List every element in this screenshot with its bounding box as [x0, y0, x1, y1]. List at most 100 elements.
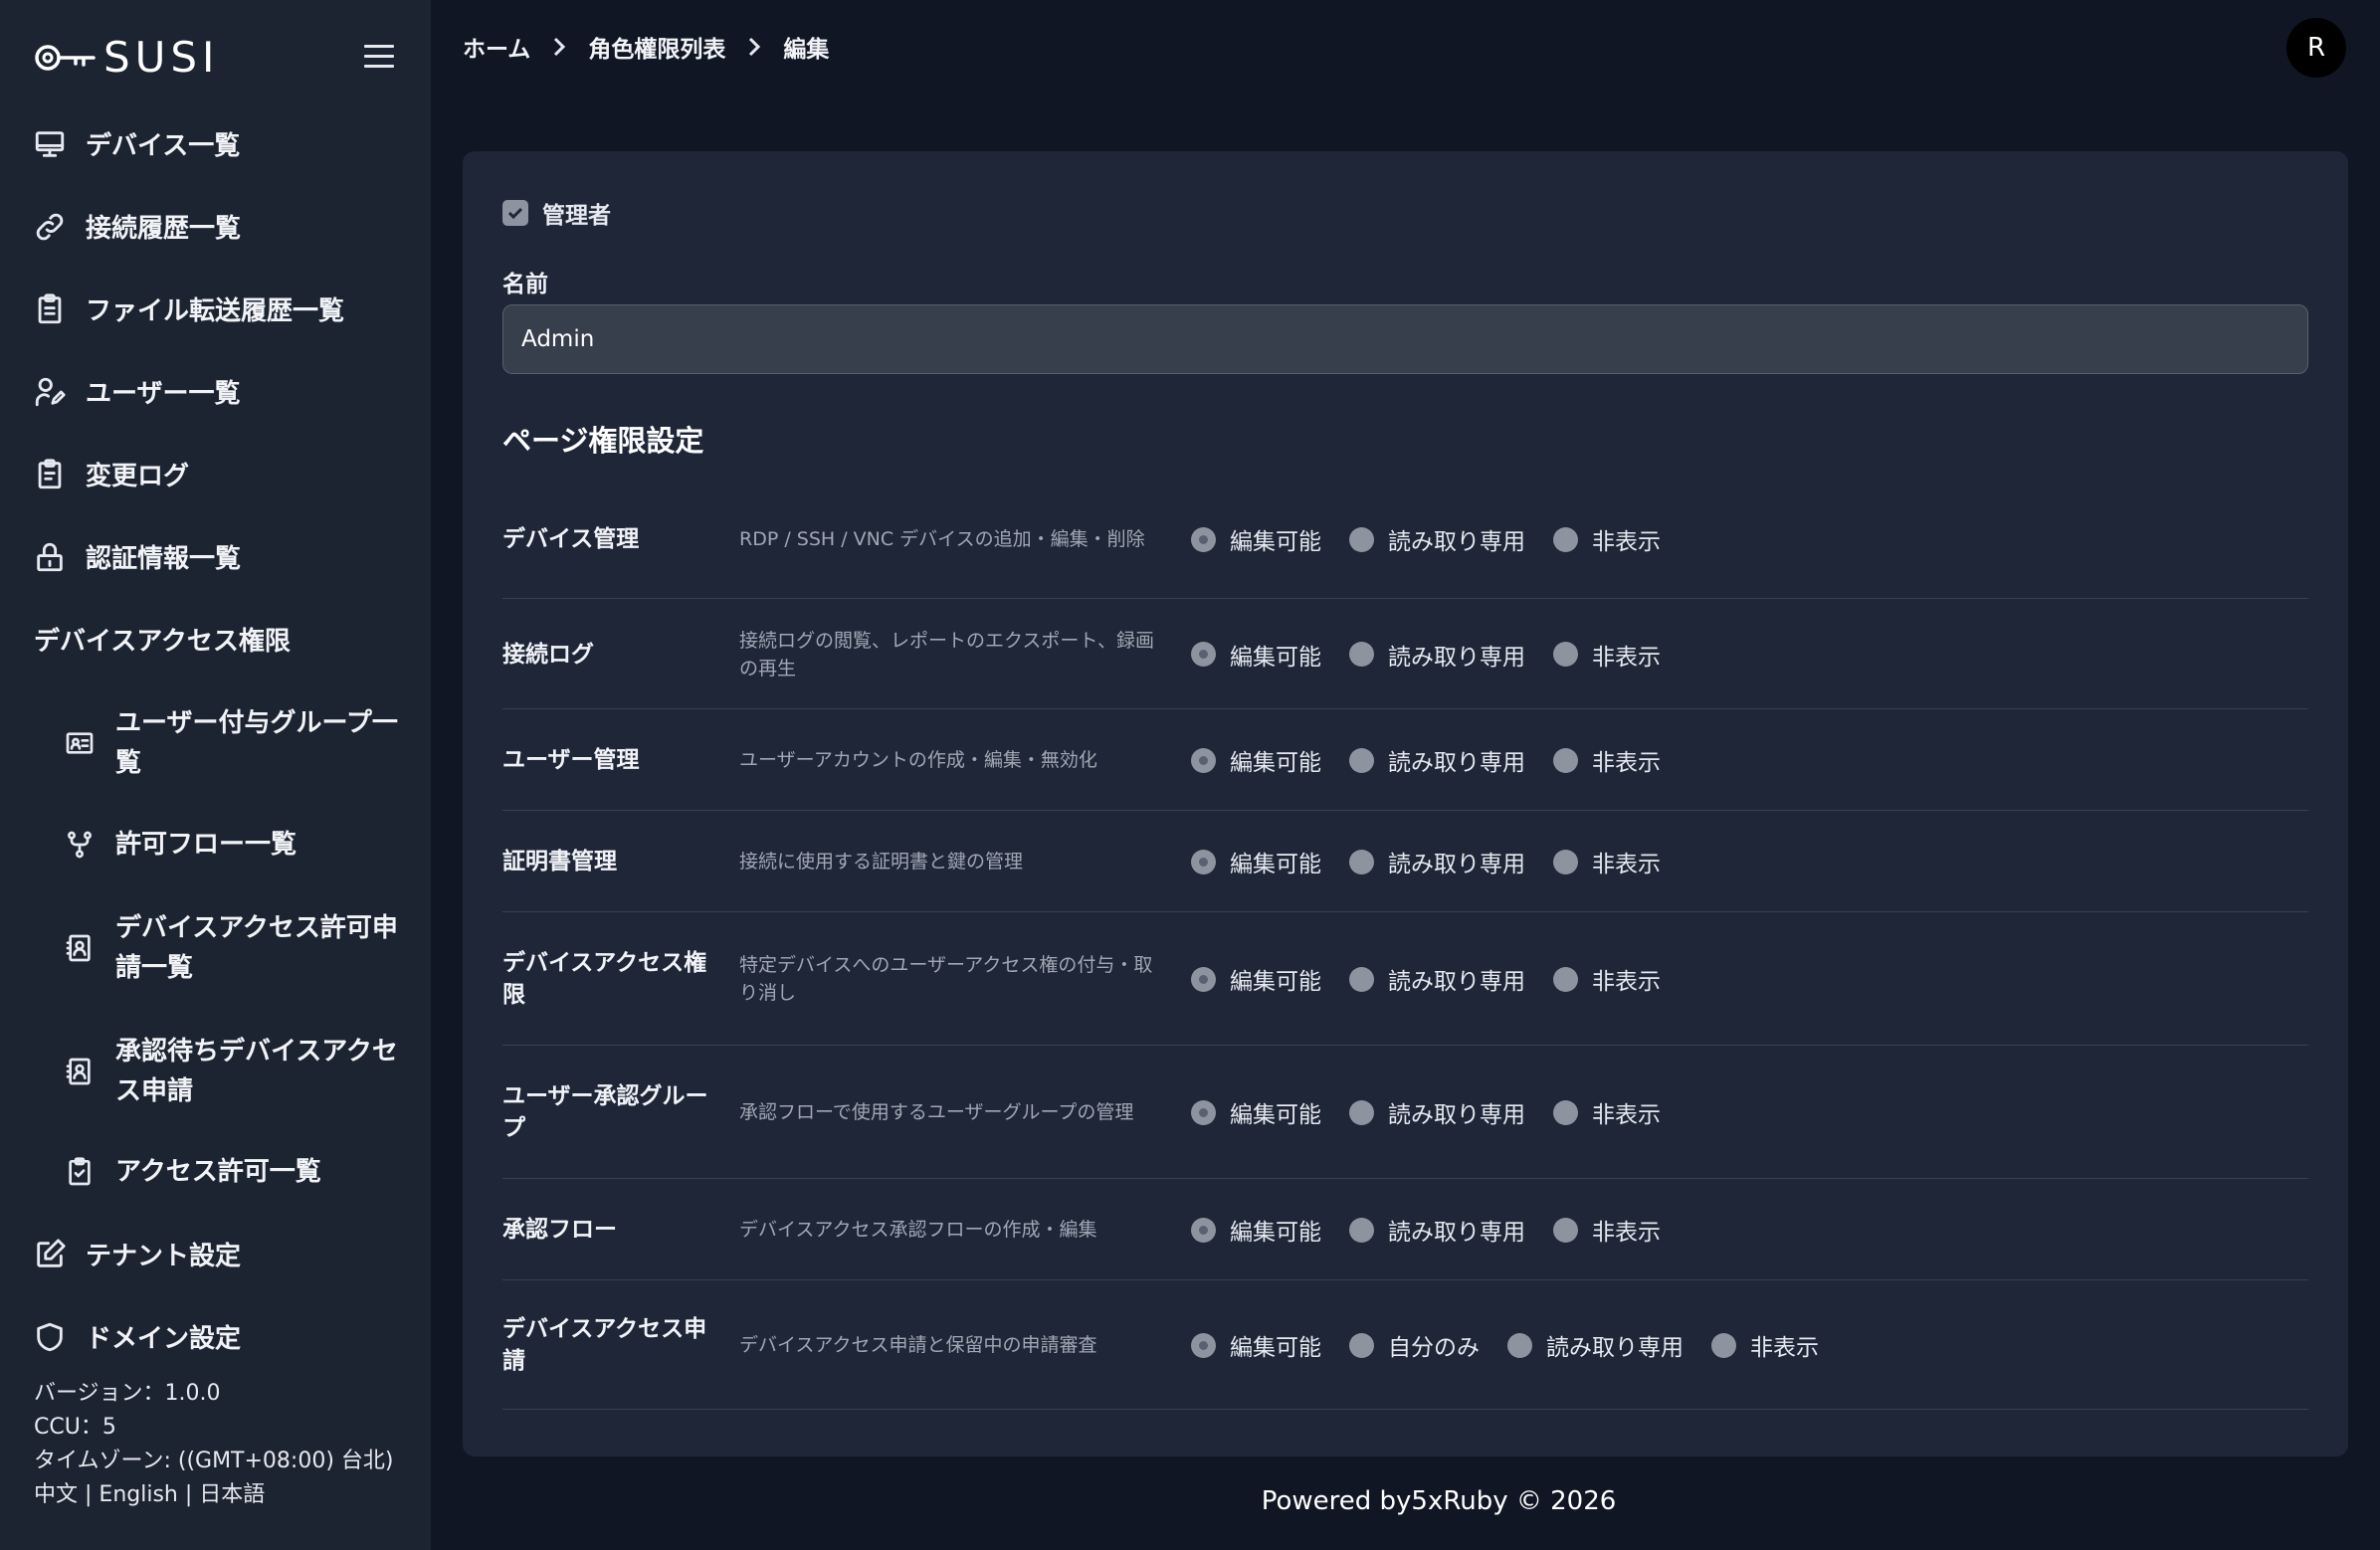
sidebar-item-label: ユーザー付与グループ一覧: [115, 708, 398, 778]
permission-radio-option[interactable]: 編集可能: [1191, 638, 1321, 672]
radio-button[interactable]: [1349, 642, 1374, 667]
radio-label: 編集可能: [1230, 529, 1321, 555]
chevron-right-icon: [747, 36, 761, 58]
sidebar-item-tenant-settings[interactable]: テナント設定: [32, 1236, 241, 1272]
radio-button[interactable]: [1553, 642, 1578, 667]
radio-button[interactable]: [1553, 1099, 1578, 1125]
radio-button[interactable]: [1349, 1217, 1374, 1243]
radio-label: 編集可能: [1230, 644, 1321, 671]
sidebar-item-label: アクセス許可一覧: [115, 1157, 321, 1187]
radio-button[interactable]: [1191, 747, 1216, 773]
radio-button[interactable]: [1553, 747, 1578, 773]
permission-radio-option[interactable]: 非表示: [1553, 743, 1661, 777]
breadcrumb-current: 編集: [783, 37, 830, 63]
radio-label: 編集可能: [1230, 852, 1321, 877]
permission-radio-option[interactable]: 読み取り専用: [1349, 743, 1525, 777]
permission-radio-option[interactable]: 読み取り専用: [1349, 638, 1525, 672]
radio-button[interactable]: [1349, 526, 1374, 552]
radio-button[interactable]: [1191, 526, 1216, 552]
sidebar-item-connection-history[interactable]: 接続履歴一覧: [32, 208, 241, 245]
sidebar-item-access-requests[interactable]: デバイスアクセス許可申請一覧: [62, 908, 410, 988]
permission-radio-option[interactable]: 非表示: [1553, 845, 1661, 878]
permission-radio-option[interactable]: 非表示: [1553, 638, 1661, 672]
radio-button[interactable]: [1349, 747, 1374, 773]
version-text: バージョン：1.0.0: [34, 1381, 221, 1406]
breadcrumb-home[interactable]: ホーム: [463, 30, 530, 64]
radio-label: 非表示: [1750, 1335, 1819, 1361]
breadcrumb-role-list[interactable]: 角色權限列表: [588, 30, 725, 64]
radio-button[interactable]: [1553, 849, 1578, 874]
name-label: 名前: [502, 272, 548, 297]
admin-checkbox[interactable]: [502, 200, 528, 226]
sidebar-item-label: ドメイン設定: [86, 1324, 242, 1354]
sidebar-item-users[interactable]: ユーザー一覧: [32, 373, 240, 410]
permission-description: デバイスアクセス承認フローの作成・編集: [739, 1219, 1097, 1241]
sidebar-item-file-transfer[interactable]: ファイル転送履歴一覧: [32, 291, 344, 327]
radio-button[interactable]: [1349, 849, 1374, 874]
radio-button[interactable]: [1191, 966, 1216, 992]
permission-radio-option[interactable]: 読み取り専用: [1349, 1213, 1525, 1247]
permission-description: 特定デバイスへのユーザーアクセス権の付与・取り消し: [739, 954, 1153, 1004]
permission-radio-option[interactable]: 読み取り専用: [1349, 522, 1525, 556]
sidebar-item-approval-flows[interactable]: 許可フロー一覧: [62, 825, 410, 865]
permission-radio-option[interactable]: 非表示: [1711, 1328, 1819, 1362]
permission-radio-group: 編集可能 読み取り専用 非表示: [1191, 845, 1688, 878]
radio-button[interactable]: [1553, 966, 1578, 992]
permission-radio-option[interactable]: 非表示: [1553, 1095, 1661, 1129]
radio-label: 編集可能: [1230, 1102, 1321, 1128]
avatar[interactable]: R: [2286, 18, 2346, 78]
name-input[interactable]: [502, 304, 2308, 374]
permission-radio-option[interactable]: 読み取り専用: [1349, 845, 1525, 878]
id-card-icon: [62, 725, 98, 761]
monitor-icon: [32, 126, 68, 162]
brand-logo[interactable]: SUSI: [34, 34, 219, 82]
admin-checkbox-row: 管理者: [502, 196, 611, 230]
radio-label: 非表示: [1592, 750, 1661, 776]
permission-radio-option[interactable]: 編集可能: [1191, 1095, 1321, 1129]
radio-button[interactable]: [1191, 1217, 1216, 1243]
permission-radio-option[interactable]: 編集可能: [1191, 845, 1321, 878]
sidebar-item-domain-settings[interactable]: ドメイン設定: [32, 1318, 241, 1355]
radio-button[interactable]: [1349, 966, 1374, 992]
sidebar-item-label: 認証情報一覧: [86, 544, 242, 574]
permission-radio-option[interactable]: 読み取り専用: [1507, 1328, 1684, 1362]
radio-button[interactable]: [1553, 526, 1578, 552]
permission-radio-option[interactable]: 自分のみ: [1349, 1328, 1480, 1362]
sidebar-item-credentials[interactable]: 認証情報一覧: [32, 538, 241, 575]
sidebar-item-pending-requests[interactable]: 承認待ちデバイスアクセス申請: [62, 1032, 410, 1111]
permission-radio-option[interactable]: 非表示: [1553, 962, 1661, 996]
lock-icon: [32, 539, 68, 575]
permission-radio-option[interactable]: 非表示: [1553, 1213, 1661, 1247]
permission-radio-option[interactable]: 編集可能: [1191, 522, 1321, 556]
clipboard-check-icon: [62, 1154, 98, 1190]
sidebar-item-label: テナント設定: [86, 1242, 242, 1271]
admin-label: 管理者: [542, 203, 611, 229]
permission-radio-option[interactable]: 読み取り専用: [1349, 962, 1525, 996]
radio-label: 読み取り専用: [1388, 750, 1525, 776]
radio-button[interactable]: [1191, 1099, 1216, 1125]
brand-name: SUSI: [103, 33, 220, 82]
sidebar-item-label: 変更ログ: [86, 462, 190, 491]
radio-button[interactable]: [1191, 1332, 1216, 1358]
sidebar-item-user-groups[interactable]: ユーザー付与グループ一覧: [62, 703, 410, 783]
radio-button[interactable]: [1553, 1217, 1578, 1243]
radio-button[interactable]: [1191, 849, 1216, 874]
permission-radio-option[interactable]: 編集可能: [1191, 1213, 1321, 1247]
sidebar-item-devices[interactable]: デバイス一覧: [32, 125, 240, 162]
menu-toggle-icon[interactable]: [364, 45, 394, 69]
radio-button[interactable]: [1711, 1332, 1736, 1358]
radio-button[interactable]: [1349, 1332, 1374, 1358]
sidebar-item-label: 許可フロー一覧: [115, 830, 298, 860]
permission-radio-option[interactable]: 読み取り専用: [1349, 1095, 1525, 1129]
radio-label: 非表示: [1592, 529, 1661, 555]
radio-button[interactable]: [1191, 642, 1216, 667]
powered-by-footer: Powered by5xRuby © 2026: [1261, 1486, 1617, 1516]
sidebar-item-access-permits[interactable]: アクセス許可一覧: [62, 1152, 410, 1192]
radio-button[interactable]: [1349, 1099, 1374, 1125]
radio-button[interactable]: [1507, 1332, 1532, 1358]
permission-radio-option[interactable]: 非表示: [1553, 522, 1661, 556]
permission-radio-option[interactable]: 編集可能: [1191, 1328, 1321, 1362]
permission-radio-option[interactable]: 編集可能: [1191, 962, 1321, 996]
sidebar-item-change-log[interactable]: 変更ログ: [32, 456, 189, 492]
permission-radio-option[interactable]: 編集可能: [1191, 743, 1321, 777]
